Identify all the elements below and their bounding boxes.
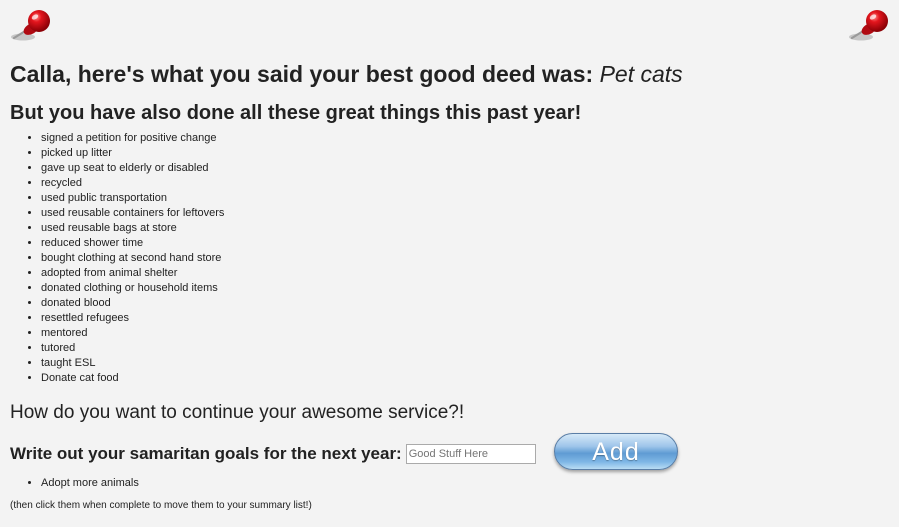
list-item: donated clothing or household items xyxy=(41,281,224,296)
list-item: used reusable bags at store xyxy=(41,221,224,236)
list-item: Donate cat food xyxy=(41,371,224,386)
list-item: bought clothing at second hand store xyxy=(41,251,224,266)
deeds-heading: But you have also done all these great t… xyxy=(10,102,582,124)
goals-list: Adopt more animals xyxy=(0,476,139,491)
goal-item[interactable]: Adopt more animals xyxy=(41,476,139,491)
list-item: used reusable containers for leftovers xyxy=(41,206,224,221)
list-item: picked up litter xyxy=(41,146,224,161)
list-item: mentored xyxy=(41,326,224,341)
list-item: taught ESL xyxy=(41,356,224,371)
list-item: donated blood xyxy=(41,296,224,311)
list-item: adopted from animal shelter xyxy=(41,266,224,281)
list-item: signed a petition for positive change xyxy=(41,131,224,146)
add-button[interactable]: Add xyxy=(554,433,678,470)
list-item: used public transportation xyxy=(41,191,224,206)
page-title: Calla, here's what you said your best go… xyxy=(10,60,683,88)
best-deed: Pet cats xyxy=(599,61,683,87)
goals-label: Write out your samaritan goals for the n… xyxy=(10,444,402,463)
title-prefix: Calla, here's what you said your best go… xyxy=(10,61,594,87)
pushpin-icon xyxy=(849,10,888,41)
continue-heading: How do you want to continue your awesome… xyxy=(10,402,465,423)
pushpin-icon xyxy=(11,10,50,41)
list-item: reduced shower time xyxy=(41,236,224,251)
list-item: resettled refugees xyxy=(41,311,224,326)
hint-text: (then click them when complete to move t… xyxy=(10,500,312,511)
deeds-list: signed a petition for positive change pi… xyxy=(0,131,224,386)
goals-form: Write out your samaritan goals for the n… xyxy=(10,436,536,472)
list-item: gave up seat to elderly or disabled xyxy=(41,161,224,176)
list-item: recycled xyxy=(41,176,224,191)
goal-input[interactable] xyxy=(405,444,536,464)
list-item: tutored xyxy=(41,341,224,356)
